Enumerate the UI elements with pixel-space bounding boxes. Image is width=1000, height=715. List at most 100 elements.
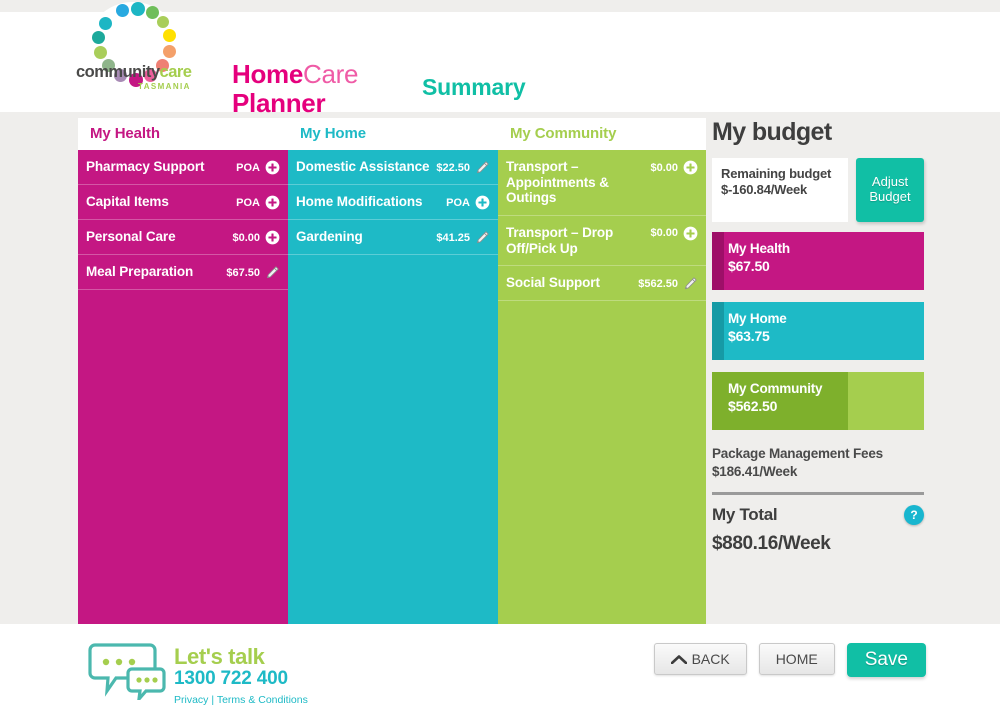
logo-dot: [116, 4, 129, 17]
plus-icon[interactable]: [265, 230, 280, 245]
back-button[interactable]: BACK: [653, 643, 747, 675]
logo-dot: [94, 46, 107, 59]
service-item[interactable]: Transport – Appointments & Outings $0.00: [498, 150, 706, 216]
total-label: My Total: [712, 505, 778, 525]
service-item-name: Home Modifications: [296, 194, 423, 209]
remaining-budget-row: Remaining budget $-160.84/Week Adjust Bu…: [712, 158, 924, 222]
service-item-name: Social Support: [506, 275, 600, 291]
app-name-planner: Planner: [232, 88, 326, 119]
logo-dot: [92, 31, 105, 44]
chevron-up-icon: [670, 651, 687, 667]
logo-word-care: care: [159, 63, 192, 81]
service-item-name: Domestic Assistance: [296, 159, 430, 174]
save-button-label: Save: [864, 649, 908, 670]
service-item-name: Gardening: [296, 229, 363, 244]
pencil-icon[interactable]: [475, 230, 490, 245]
home-button[interactable]: HOME: [758, 643, 835, 675]
service-item-controls: $41.25: [436, 229, 490, 245]
service-item-price: POA: [446, 196, 470, 209]
budget-sidebar: My budget Remaining budget $-160.84/Week…: [712, 118, 924, 555]
service-item-controls: POA: [446, 194, 490, 210]
link-separator: |: [211, 693, 215, 706]
privacy-link[interactable]: Privacy: [174, 694, 208, 706]
budget-bar-value: $63.75: [728, 328, 770, 344]
logo-dot: [146, 6, 159, 19]
logo-dot: [99, 17, 112, 30]
package-management-fees: Package Management Fees $186.41/Week: [712, 442, 924, 479]
app-name: HomeCare Planner: [232, 59, 359, 119]
budget-bar-text: My Community $562.50: [712, 372, 924, 414]
help-icon[interactable]: ?: [904, 505, 924, 526]
terms-link[interactable]: Terms & Conditions: [217, 694, 308, 706]
plus-icon[interactable]: [475, 195, 490, 210]
save-button[interactable]: Save: [846, 643, 926, 677]
pencil-icon[interactable]: [265, 265, 280, 280]
app-name-home: Home: [232, 59, 304, 89]
logo-dot: [131, 2, 145, 16]
plus-icon[interactable]: [683, 160, 698, 175]
budget-bar-text: My Health $67.50: [712, 232, 924, 274]
remaining-budget-box: Remaining budget $-160.84/Week: [712, 158, 848, 222]
service-item[interactable]: Personal Care $0.00: [78, 220, 288, 255]
remaining-budget-label: Remaining budget: [721, 166, 832, 181]
plus-icon[interactable]: [265, 195, 280, 210]
package-fees-label: Package Management Fees: [712, 446, 883, 461]
service-item[interactable]: Pharmacy Support POA: [78, 150, 288, 185]
service-item-controls: POA: [236, 159, 280, 175]
pencil-icon[interactable]: [475, 160, 490, 175]
pencil-icon[interactable]: [683, 276, 698, 291]
service-item-price: $67.50: [226, 266, 260, 279]
service-item[interactable]: Meal Preparation $67.50: [78, 255, 288, 290]
service-item-price: $562.50: [638, 277, 678, 290]
budget-bar: My Community $562.50: [712, 372, 924, 430]
budget-bar-value: $562.50: [728, 398, 778, 414]
service-item-price: $0.00: [650, 161, 678, 174]
service-columns: Pharmacy Support POA Capital Items POA Perso…: [78, 150, 706, 624]
service-item-name: Personal Care: [86, 229, 176, 244]
column-header-my-health: My Health: [90, 125, 160, 142]
home-button-label: HOME: [775, 651, 818, 667]
speech-bubbles-icon: [88, 638, 166, 706]
service-item-controls: $0.00: [650, 225, 698, 241]
service-item-controls: $22.50: [436, 159, 490, 175]
service-item-name: Pharmacy Support: [86, 159, 205, 174]
service-item-name: Capital Items: [86, 194, 169, 209]
page-header: communitycare TASMANIA HomeCare Planner …: [0, 2, 1000, 118]
budget-bar-label: My Health: [728, 241, 790, 256]
package-fees-value: $186.41/Week: [712, 464, 798, 480]
total-row: My Total ?: [712, 505, 924, 526]
column-header-my-community: My Community: [510, 125, 617, 142]
plus-icon[interactable]: [265, 160, 280, 175]
page-title: Summary: [422, 74, 526, 100]
footer-buttons: BACK HOME Save: [653, 643, 926, 677]
app-root: communitycare TASMANIA HomeCare Planner …: [0, 0, 1000, 715]
plus-icon[interactable]: [683, 226, 698, 241]
phone-number[interactable]: 1300 722 400: [174, 668, 308, 690]
budget-bar: My Health $67.50: [712, 232, 924, 290]
service-item[interactable]: Transport – Drop Off/Pick Up $0.00: [498, 216, 706, 267]
page-footer: Let's talk 1300 722 400 Privacy | Terms …: [0, 624, 1000, 715]
service-item[interactable]: Capital Items POA: [78, 185, 288, 220]
logo-wordmark: communitycare TASMANIA: [76, 64, 226, 91]
column-my-community: Transport – Appointments & Outings $0.00 T…: [498, 150, 706, 624]
service-item-price: POA: [236, 161, 260, 174]
lets-talk-title: Let's talk: [174, 644, 265, 669]
service-item[interactable]: Domestic Assistance $22.50: [288, 150, 498, 185]
service-item[interactable]: Gardening $41.25: [288, 220, 498, 255]
adjust-budget-button[interactable]: Adjust Budget: [856, 158, 924, 222]
service-item-name: Meal Preparation: [86, 264, 194, 279]
service-item[interactable]: Home Modifications POA: [288, 185, 498, 220]
service-item-price: $41.25: [436, 231, 470, 244]
service-item-name: Transport – Appointments & Outings: [506, 159, 609, 206]
services-panel: My Health My Home My Community Pharmacy …: [78, 118, 706, 624]
service-item-price: POA: [236, 196, 260, 209]
lets-talk-block: Let's talk 1300 722 400 Privacy | Terms …: [88, 638, 308, 706]
service-item[interactable]: Social Support $562.50: [498, 266, 706, 302]
logo-word-community: community: [76, 63, 160, 81]
budget-divider: [712, 492, 924, 496]
logo-dot: [163, 45, 176, 58]
budget-bar-label: My Home: [728, 311, 787, 326]
budget-bars: My Health $67.50 My Home $63.75 My Community…: [712, 232, 924, 430]
logo-region: TASMANIA: [138, 82, 191, 91]
budget-bar: My Home $63.75: [712, 302, 924, 360]
